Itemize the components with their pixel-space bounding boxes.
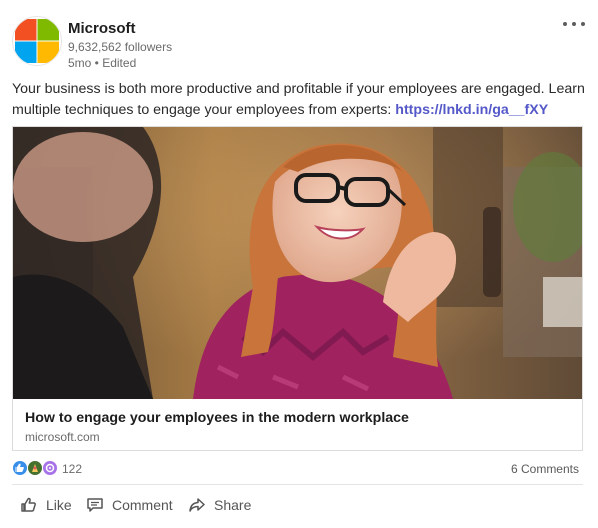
company-logo[interactable]	[12, 16, 62, 66]
comment-label: Comment	[112, 497, 173, 513]
like-reaction-icon	[12, 460, 28, 476]
post-text: Your business is both more productive an…	[12, 79, 588, 121]
article-photo	[13, 127, 582, 399]
like-button[interactable]: Like	[20, 490, 72, 520]
comment-button[interactable]: Comment	[86, 490, 173, 520]
author-name[interactable]: Microsoft	[68, 20, 136, 38]
thumbs-up-icon	[21, 497, 36, 512]
celebrate-reaction-icon	[27, 460, 43, 476]
share-label: Share	[214, 497, 252, 513]
article-source: microsoft.com	[25, 430, 100, 444]
share-button[interactable]: Share	[188, 490, 251, 520]
ellipsis-icon	[563, 22, 567, 26]
share-arrow-icon	[189, 498, 205, 512]
reaction-count: 122	[62, 462, 83, 476]
comments-count-link[interactable]: 6 Comments	[511, 462, 579, 476]
comment-icon	[87, 498, 103, 512]
divider	[12, 484, 583, 485]
more-options-button[interactable]	[562, 16, 588, 32]
post-card: Microsoft 9,632,562 followers 5mo • Edit…	[0, 0, 598, 528]
social-counts: 122 6 Comments	[12, 458, 583, 478]
article-preview[interactable]: How to engage your employees in the mode…	[12, 126, 583, 451]
article-image[interactable]	[13, 127, 582, 399]
article-title[interactable]: How to engage your employees in the mode…	[25, 409, 409, 427]
post-header: Microsoft 9,632,562 followers 5mo • Edit…	[12, 14, 588, 74]
post-link[interactable]: https://lnkd.in/ga__fXY	[395, 102, 548, 118]
microsoft-logo-icon	[15, 19, 59, 63]
follower-count: 9,632,562 followers	[68, 40, 173, 54]
post-meta: 5mo • Edited	[68, 56, 137, 70]
curious-reaction-icon	[42, 460, 58, 476]
article-caption[interactable]: How to engage your employees in the mode…	[13, 399, 582, 450]
action-bar: Like Comment Share	[12, 490, 583, 520]
like-label: Like	[46, 497, 72, 513]
